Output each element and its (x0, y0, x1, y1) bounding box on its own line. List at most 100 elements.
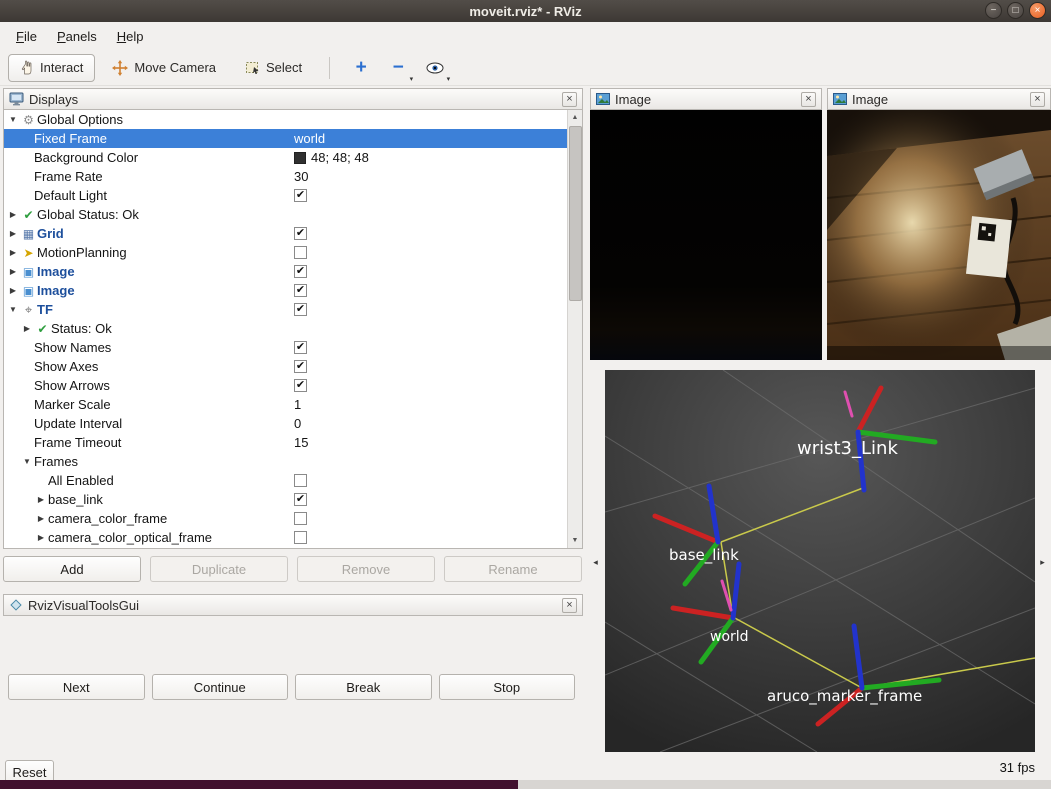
collapse-left-button[interactable]: ◂ (590, 548, 601, 576)
add-tool-button[interactable]: + (345, 54, 377, 82)
tree-row-image[interactable]: ▶ ▣ Image ✔ (4, 262, 567, 281)
checkbox-unchecked[interactable] (294, 474, 307, 487)
tree-row-all-enabled[interactable]: All Enabled (4, 471, 567, 490)
menu-help[interactable]: Help (107, 25, 154, 48)
visual-tools-panel-header[interactable]: RvizVisualToolsGui × (3, 594, 583, 616)
collapse-right-button[interactable]: ▸ (1037, 548, 1048, 576)
tree-row-default-light[interactable]: Default Light ✔ (4, 186, 567, 205)
tree-row-base-link[interactable]: ▶ base_link ✔ (4, 490, 567, 509)
checkbox-unchecked[interactable] (294, 531, 307, 544)
expander-right-icon[interactable]: ▶ (6, 210, 20, 219)
property-value[interactable]: world (294, 131, 325, 146)
select-tool-button[interactable]: Select (233, 54, 314, 82)
property-value[interactable]: 30 (294, 169, 308, 184)
duplicate-button: Duplicate (150, 556, 288, 582)
expander-down-icon[interactable]: ▼ (20, 457, 34, 466)
tree-row-frame-timeout[interactable]: Frame Timeout 15 (4, 433, 567, 452)
visual-tools-close-button[interactable]: × (562, 597, 577, 613)
view-tool-button[interactable]: ▾ (419, 54, 451, 83)
tree-row-show-arrows[interactable]: Show Arrows ✔ (4, 376, 567, 395)
image-panel-1-header[interactable]: Image × (590, 88, 822, 110)
3d-viewport[interactable]: wrist3_Link base_link world aruco_marker… (604, 369, 1036, 753)
displays-close-button[interactable]: × (562, 91, 577, 107)
property-value[interactable]: 1 (294, 397, 301, 412)
scroll-thumb[interactable] (569, 126, 582, 301)
expander-right-icon[interactable]: ▶ (34, 514, 48, 523)
window-close-button[interactable]: × (1029, 2, 1046, 19)
displays-panel-title: Displays (29, 91, 79, 107)
property-label: Global Status: Ok (37, 207, 139, 222)
checkbox-checked[interactable]: ✔ (294, 284, 307, 297)
caret-down-icon: ▾ (446, 75, 451, 83)
expander-down-icon[interactable]: ▼ (6, 115, 20, 124)
expander-right-icon[interactable]: ▶ (6, 286, 20, 295)
checkbox-checked[interactable]: ✔ (294, 493, 307, 506)
image-icon: ▣ (22, 264, 35, 279)
scroll-up-button[interactable]: ▲ (568, 110, 582, 125)
tree-row-image[interactable]: ▶ ▣ Image ✔ (4, 281, 567, 300)
property-value[interactable]: 15 (294, 435, 308, 450)
grid-icon: ▦ (22, 226, 35, 241)
checkbox-checked[interactable]: ✔ (294, 265, 307, 278)
select-icon (246, 62, 259, 74)
displays-scrollbar[interactable]: ▲ ▼ (567, 110, 582, 548)
expander-right-icon[interactable]: ▶ (20, 324, 34, 333)
tree-row-status-ok[interactable]: ▶ ✔ Status: Ok (4, 319, 567, 338)
checkbox-checked[interactable]: ✔ (294, 303, 307, 316)
scroll-down-button[interactable]: ▼ (568, 533, 582, 548)
tf-label-aruco-marker-frame: aruco_marker_frame (767, 687, 922, 706)
image-panel-1-close-button[interactable]: × (801, 91, 816, 107)
caret-down-icon: ▾ (409, 75, 414, 83)
tree-row-fixed-frame[interactable]: Fixed Frame world (4, 129, 567, 148)
menu-file[interactable]: File (6, 25, 47, 48)
expander-right-icon[interactable]: ▶ (34, 495, 48, 504)
next-button[interactable]: Next (8, 674, 145, 700)
checkbox-unchecked[interactable] (294, 512, 307, 525)
displays-panel-header[interactable]: Displays × (3, 88, 583, 110)
expander-right-icon[interactable]: ▶ (34, 533, 48, 542)
tree-row-grid[interactable]: ▶ ▦ Grid ✔ (4, 224, 567, 243)
break-button[interactable]: Break (295, 674, 432, 700)
checkbox-unchecked[interactable] (294, 246, 307, 259)
property-label: Update Interval (34, 416, 123, 431)
image-panel-2-header[interactable]: Image × (827, 88, 1051, 110)
tree-row-show-names[interactable]: Show Names ✔ (4, 338, 567, 357)
interact-tool-button[interactable]: Interact (8, 53, 96, 82)
menu-panels[interactable]: Panels (47, 25, 107, 48)
tree-row-background-color[interactable]: Background Color 48; 48; 48 (4, 148, 567, 167)
tree-row-marker-scale[interactable]: Marker Scale 1 (4, 395, 567, 414)
tree-row-frames[interactable]: ▼ Frames (4, 452, 567, 471)
displays-tree[interactable]: ▼ ⚙ Global Options Fixed Frame world Backgrou… (3, 110, 583, 549)
continue-button[interactable]: Continue (151, 674, 288, 700)
tree-row-tf[interactable]: ▼ ⌖ TF ✔ (4, 300, 567, 319)
property-value[interactable]: 0 (294, 416, 301, 431)
tree-row-global-options[interactable]: ▼ ⚙ Global Options (4, 110, 567, 129)
tree-row-camera-color-frame[interactable]: ▶ camera_color_frame (4, 509, 567, 528)
add-button[interactable]: Add (3, 556, 141, 582)
image-icon: ▣ (22, 283, 35, 298)
image-panel-2-close-button[interactable]: × (1030, 91, 1045, 107)
window-maximize-button[interactable]: □ (1007, 2, 1024, 19)
move-camera-tool-button[interactable]: Move Camera (100, 54, 228, 82)
expander-right-icon[interactable]: ▶ (6, 267, 20, 276)
expander-right-icon[interactable]: ▶ (6, 248, 20, 257)
tree-row-show-axes[interactable]: Show Axes ✔ (4, 357, 567, 376)
tree-row-update-interval[interactable]: Update Interval 0 (4, 414, 567, 433)
window-minimize-button[interactable]: − (985, 2, 1002, 19)
expander-down-icon[interactable]: ▼ (6, 305, 20, 314)
tree-row-global-status-ok[interactable]: ▶ ✔ Global Status: Ok (4, 205, 567, 224)
checkbox-checked[interactable]: ✔ (294, 189, 307, 202)
checkbox-checked[interactable]: ✔ (294, 360, 307, 373)
visual-tools-panel-title: RvizVisualToolsGui (28, 597, 140, 613)
checkbox-checked[interactable]: ✔ (294, 227, 307, 240)
tree-row-frame-rate[interactable]: Frame Rate 30 (4, 167, 567, 186)
tree-row-motionplanning[interactable]: ▶ ➤ MotionPlanning (4, 243, 567, 262)
remove-tool-button[interactable]: − ▾ (382, 54, 414, 83)
property-value[interactable]: 48; 48; 48 (311, 150, 369, 165)
checkbox-checked[interactable]: ✔ (294, 379, 307, 392)
expander-right-icon[interactable]: ▶ (6, 229, 20, 238)
stop-button[interactable]: Stop (438, 674, 575, 700)
checkbox-checked[interactable]: ✔ (294, 341, 307, 354)
tree-row-camera-color-optical-frame[interactable]: ▶ camera_color_optical_frame (4, 528, 567, 547)
toolbar-separator (329, 56, 331, 79)
